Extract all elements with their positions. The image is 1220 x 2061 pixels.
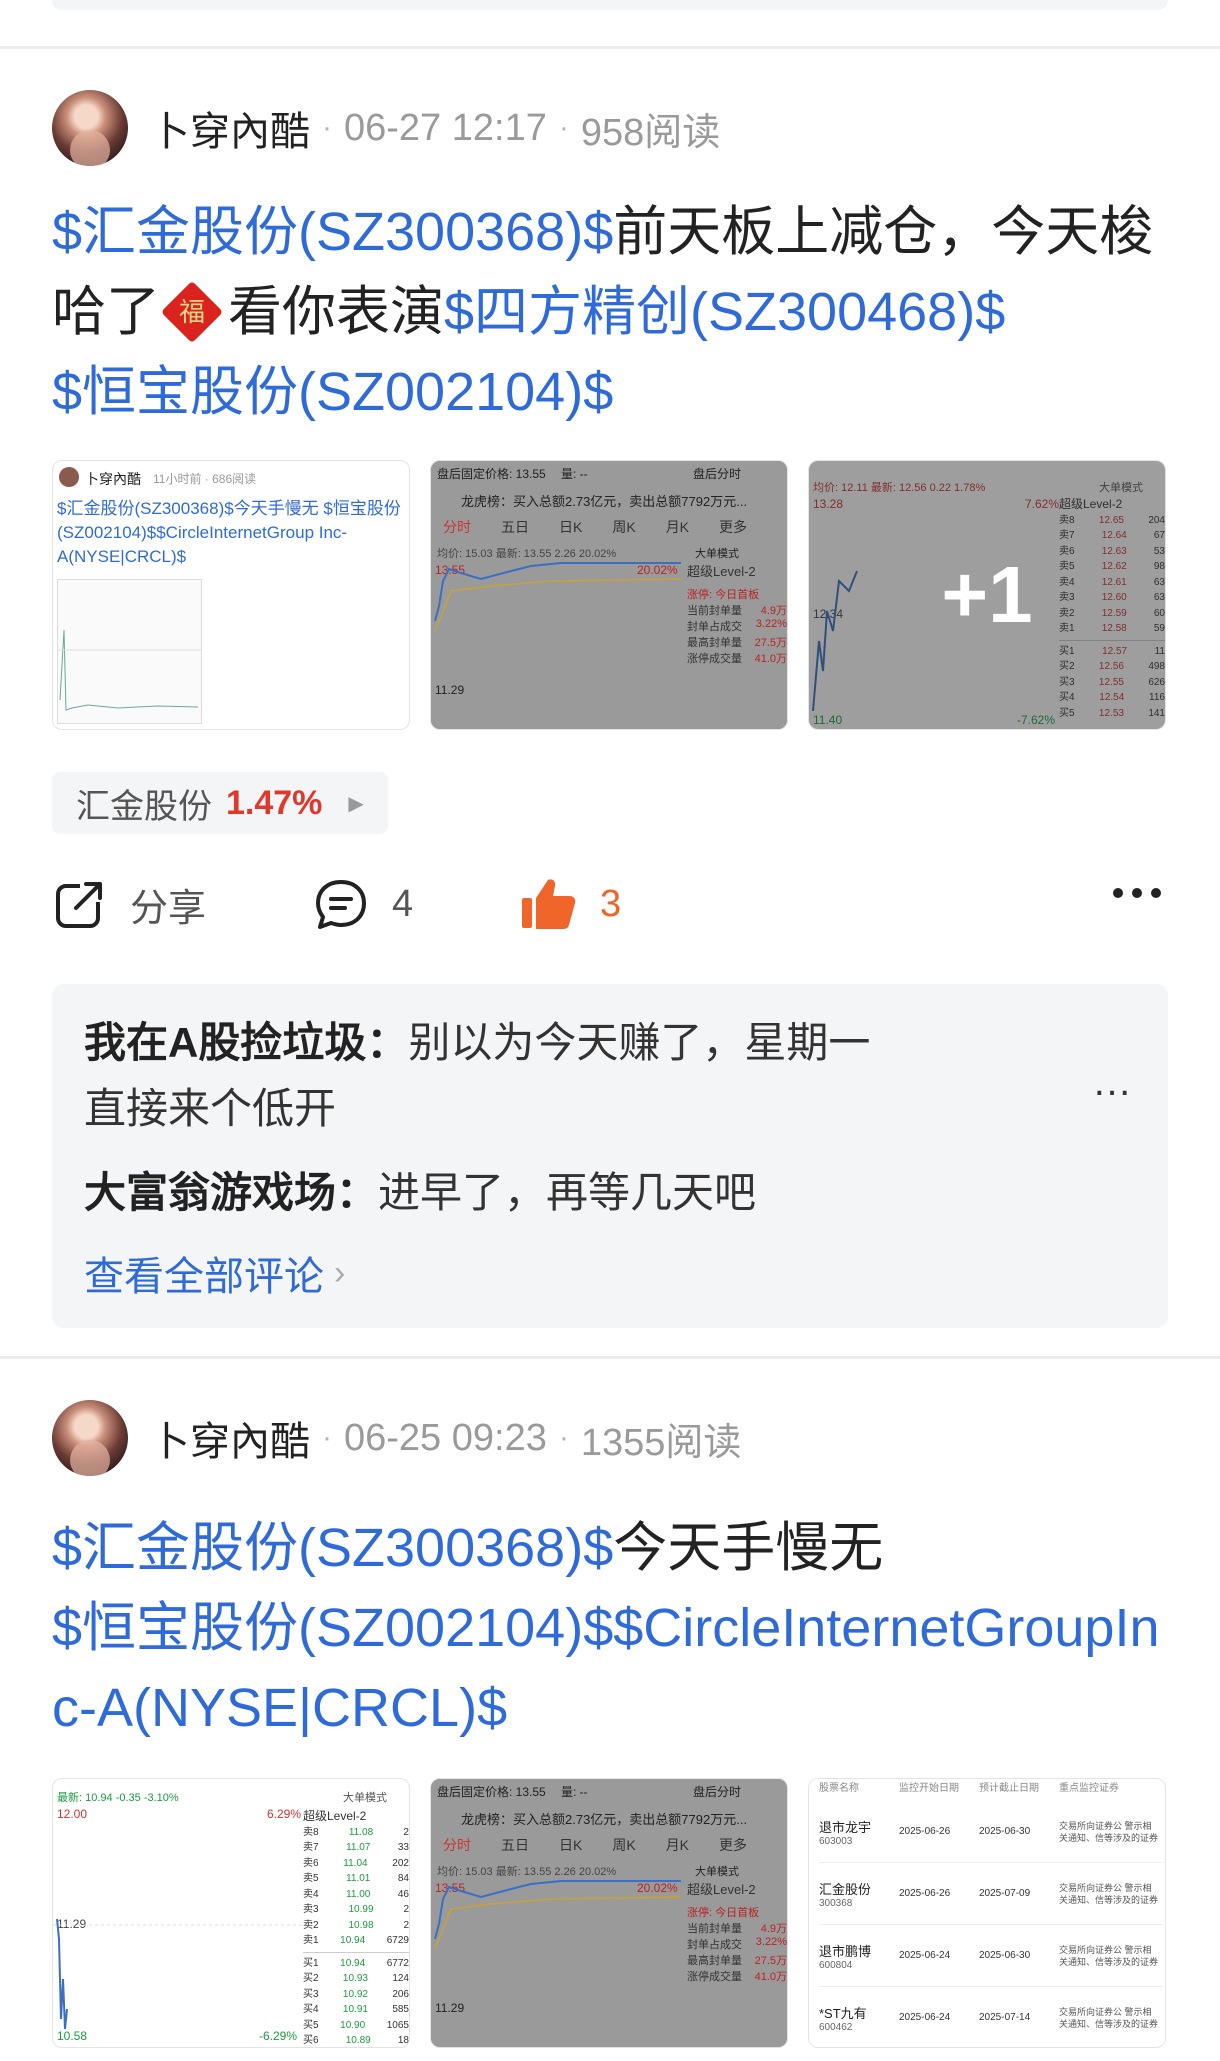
order-book-row: 买4 10.91 585 [303, 2004, 409, 2015]
stock-tag-link[interactable]: $汇金股份(SZ300368)$ [52, 202, 613, 262]
view-all-comments-link[interactable]: 查看全部评论 › [84, 1244, 1136, 1302]
author-name[interactable]: 卜穿內酷 [150, 99, 310, 157]
read-count: 1355阅读 [580, 1421, 742, 1464]
post-time: 06-27 12:17 [344, 106, 547, 149]
stock-tag-link[interactable]: $恒宝股份(SZ002104)$ [52, 362, 613, 422]
author-row: 卜穿內酷 · 06-27 12:17 · 958阅读 [52, 88, 1168, 168]
author-name[interactable]: 卜穿內酷 [150, 1409, 310, 1467]
post-content[interactable]: $汇金股份(SZ300368)$今天手慢无 $恒宝股份(SZ002104)$$Ci… [52, 1508, 1168, 1748]
stock-name: 汇金股份 [76, 787, 212, 826]
order-book-row: 卖4 11.00 46 [303, 1888, 409, 1900]
mini-chart [58, 629, 201, 711]
post-text: 今天手慢无 [613, 1518, 884, 1578]
table-row: 汇金股份 300368 2025-06-26 2025-07-09 交易所向证券公 警示… [819, 1863, 1163, 1925]
order-book-row: 卖7 11.07 33 [303, 1842, 409, 1853]
image-thumb[interactable]: 最新: 10.94 -0.35 -3.10% 大单模式 12.00 11.29 … [52, 1778, 410, 2048]
image-thumb[interactable]: 股票名称 监控开始日期 预计截止日期 重点监控证券 退市龙宇 603003 2025-06… [808, 1778, 1166, 2048]
feed-page: 卜穿內酷 · 06-27 12:17 · 958阅读 $汇金股份(SZ30036… [0, 0, 1220, 2061]
order-book-row: 买2 10.93 124 [303, 1973, 409, 1984]
order-book-row: 买5 10.90 1065 [303, 2019, 409, 2031]
order-book-row: 买6 10.89 18 [303, 2035, 409, 2046]
order-book-row: 买1 10.94 6772 [303, 1957, 409, 1969]
table-row: 退市龙宇 603003 2025-06-26 2025-06-30 交易所向证券公 警示… [819, 1801, 1163, 1863]
stock-chip[interactable]: 汇金股份 1.47% ▶ [52, 772, 388, 834]
table-row: 退市鹏博 600804 2025-06-24 2025-06-30 交易所向证券公 警示… [819, 1925, 1163, 1987]
intraday-chart [434, 562, 681, 632]
share-icon [56, 880, 106, 928]
like-button[interactable]: 3 [518, 876, 621, 932]
avatar[interactable] [52, 1400, 128, 1476]
comment-icon [316, 880, 366, 929]
order-book-row: 卖3 10.99 2 [303, 1904, 409, 1915]
author-row: 卜穿內酷 · 06-25 09:23 · 1355阅读 [52, 1398, 1168, 1478]
more-icon[interactable] [1112, 886, 1162, 904]
comment-preview[interactable]: 我在A股捡垃圾：别以为今天赚了，星期一直接来个低开 … 大富翁游戏场：进早了，再… [52, 984, 1168, 1328]
divider [0, 46, 1220, 49]
divider [0, 1356, 1220, 1359]
comment-item: 我在A股捡垃圾：别以为今天赚了，星期一直接来个低开 [84, 1019, 871, 1132]
nested-image [57, 579, 202, 724]
stock-change: 1.47% [226, 783, 323, 822]
post-card[interactable]: 卜穿內酷 · 06-27 12:17 · 958阅读 $汇金股份(SZ30036… [52, 88, 1168, 1328]
action-bar: 分享 4 3 [52, 864, 1168, 944]
share-button[interactable]: 分享 [52, 876, 312, 932]
table-row: *ST九有 600462 2025-06-24 2025-07-14 交易所向证券公 警… [819, 1987, 1163, 2047]
avatar[interactable] [52, 90, 128, 166]
order-book-row: 卖1 10.94 6729 [303, 1935, 409, 1946]
fu-icon: 福 [160, 280, 224, 343]
ellipsis-icon: … [1092, 1060, 1134, 1104]
order-book-row: 卖6 11.04 202 [303, 1857, 409, 1869]
chart-tabs: 分时 五日 日K 周K 月K 更多 [443, 519, 748, 535]
image-grid: 卜穿內酷 11小时前 · 686阅读 $汇金股份(SZ300368)$今天手慢无… [52, 460, 1168, 730]
comment-button[interactable]: 4 [312, 876, 518, 932]
stock-tag-link[interactable]: $四方精创(SZ300468)$ [444, 282, 1005, 342]
image-grid: 最新: 10.94 -0.35 -3.10% 大单模式 12.00 11.29 … [52, 1778, 1168, 2048]
order-book-row: 卖5 11.01 84 [303, 1873, 409, 1884]
post-text: 看你表演 [228, 282, 444, 342]
image-thumb[interactable]: 盘后固定价格: 13.55 量: -- 盘后分时 龙虎榜：买入总额2.73亿元，… [430, 460, 788, 730]
more-images-overlay[interactable]: +1 [809, 461, 1165, 729]
thumbs-up-icon [522, 879, 576, 929]
caret-right-icon: ▶ [348, 792, 364, 815]
post-content[interactable]: $汇金股份(SZ300368)$前天板上减仓，今天梭哈了福看你表演$四方精创(S… [52, 192, 1168, 432]
avatar [59, 467, 79, 487]
commenter-name[interactable]: 大富翁游戏场： [84, 1169, 378, 1216]
order-book-row: 买3 10.92 206 [303, 1988, 409, 2000]
image-thumb[interactable]: 盘后固定价格: 13.55 量: -- 盘后分时 龙虎榜：买入总额2.73亿元，… [430, 1778, 788, 2048]
chevron-right-icon: › [334, 1253, 346, 1292]
stock-tag-link[interactable]: $恒宝股份(SZ002104)$$CircleInternetGroupInc-… [52, 1598, 1160, 1738]
post-time: 06-25 09:23 [344, 1416, 547, 1459]
previous-card-bottom [52, 0, 1168, 10]
order-book-row: 卖2 10.98 2 [303, 1919, 409, 1931]
stock-tag-link[interactable]: $汇金股份(SZ300368)$ [52, 1518, 613, 1578]
image-thumb[interactable]: 卜穿內酷 11小时前 · 686阅读 $汇金股份(SZ300368)$今天手慢无… [52, 460, 410, 730]
commenter-name[interactable]: 我在A股捡垃圾： [84, 1019, 408, 1066]
post-card[interactable]: 卜穿內酷 · 06-25 09:23 · 1355阅读 $汇金股份(SZ3003… [52, 1398, 1168, 2048]
comment-item: 大富翁游戏场：进早了，再等几天吧 [84, 1169, 757, 1216]
read-count: 958阅读 [580, 111, 721, 154]
image-thumb-more[interactable]: 均价: 12.11 最新: 12.56 0.22 1.78% 大单模式 13.2… [808, 460, 1166, 730]
order-book-row: 卖8 11.08 2 [303, 1826, 409, 1838]
